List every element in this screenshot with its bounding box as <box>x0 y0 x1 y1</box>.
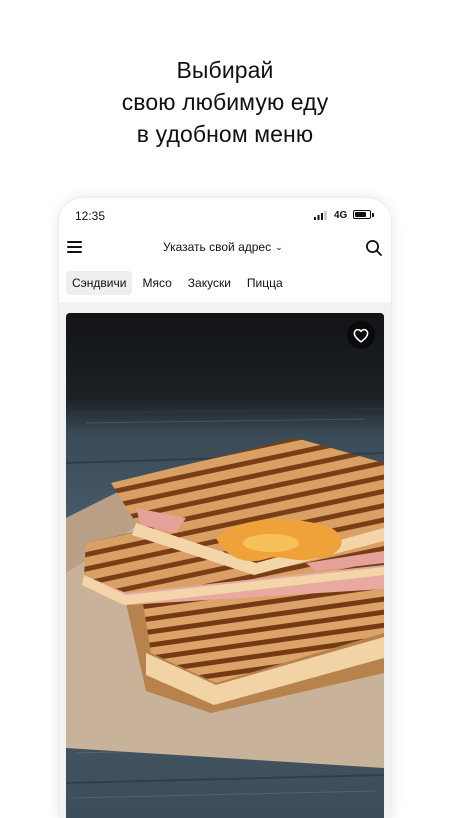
top-app-bar: Указать свой адрес ⌄ <box>59 234 391 262</box>
status-bar: 12:35 4G <box>59 198 391 234</box>
address-label: Указать свой адрес <box>163 240 272 254</box>
promo-line-1: Выбирай <box>176 57 274 83</box>
category-tabs: Сэндвичи Мясо Закуски Пицца <box>66 271 289 295</box>
battery-icon <box>353 210 374 219</box>
search-icon[interactable] <box>365 239 383 257</box>
promo-line-3: в удобном меню <box>136 121 314 147</box>
promo-line-2: свою любимую еду <box>121 89 329 115</box>
chevron-down-icon: ⌄ <box>275 242 283 252</box>
category-tab[interactable]: Сэндвичи <box>66 271 133 295</box>
hamburger-menu-icon[interactable] <box>67 240 83 254</box>
sandwich-photo <box>66 313 384 818</box>
promo-headline: Выбирай свою любимую еду в удобном меню <box>0 54 450 150</box>
phone-mockup: 12:35 4G Указать свой адрес ⌄ Сэндвичи Мяс… <box>59 198 391 818</box>
status-time: 12:35 <box>75 209 106 223</box>
product-card[interactable] <box>66 313 384 818</box>
address-selector[interactable]: Указать свой адрес ⌄ <box>163 240 283 254</box>
signal-strength-icon <box>314 211 327 220</box>
category-tab[interactable]: Мясо <box>136 271 177 295</box>
network-type: 4G <box>334 210 348 221</box>
category-tab[interactable]: Закуски <box>182 271 237 295</box>
favorite-button[interactable] <box>347 321 375 349</box>
heart-outline-icon <box>353 328 369 343</box>
category-tab[interactable]: Пицца <box>241 271 289 295</box>
